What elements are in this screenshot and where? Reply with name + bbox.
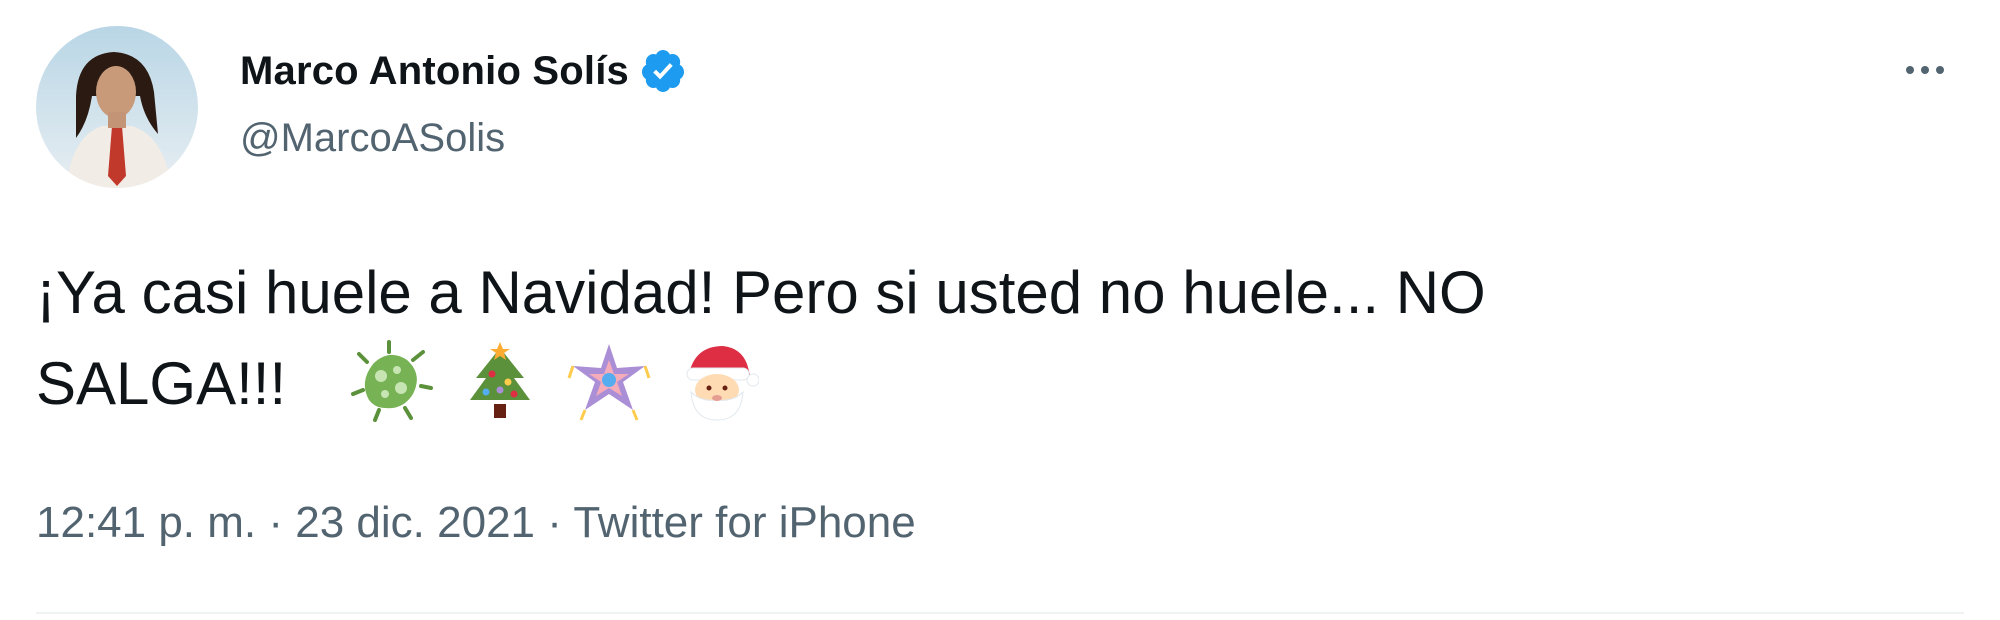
- more-horizontal-icon: [1906, 66, 1914, 74]
- microbe-emoji-icon: [349, 338, 434, 422]
- divider: [36, 612, 1964, 614]
- tweet-time[interactable]: 12:41 p. m.: [36, 498, 256, 547]
- christmas-tree-emoji-icon: [458, 338, 542, 422]
- santa-claus-emoji-icon: [675, 338, 760, 422]
- tweet-metadata: 12:41 p. m. · 23 dic. 2021 · Twitter for…: [36, 498, 916, 548]
- more-options-button[interactable]: [1890, 50, 1960, 90]
- tweet-text: ¡Ya casi huele a Navidad! Pero si usted …: [36, 248, 1936, 429]
- author-display-name[interactable]: Marco Antonio Solís: [240, 49, 629, 94]
- author-handle[interactable]: @MarcoASolis: [240, 116, 505, 161]
- tweet-source-link[interactable]: Twitter for iPhone: [573, 498, 915, 547]
- tweet-text-line-2-text: SALGA!!!: [36, 350, 287, 417]
- tweet-text-line-1: ¡Ya casi huele a Navidad! Pero si usted …: [36, 259, 1486, 326]
- tweet-card: Marco Antonio Solís @MarcoASolis ¡Ya cas…: [0, 0, 2000, 620]
- meta-separator-2: ·: [547, 498, 562, 547]
- tweet-date[interactable]: 23 dic. 2021: [295, 498, 535, 547]
- author-name-row: Marco Antonio Solís: [240, 46, 687, 96]
- more-dot: [1936, 66, 1944, 74]
- pinata-emoji-icon: [567, 338, 651, 422]
- verified-badge-icon: [639, 47, 687, 95]
- tweet-text-line-2: SALGA!!!: [36, 338, 1936, 429]
- avatar[interactable]: [36, 26, 198, 188]
- more-dot: [1921, 66, 1929, 74]
- meta-separator: ·: [268, 498, 284, 547]
